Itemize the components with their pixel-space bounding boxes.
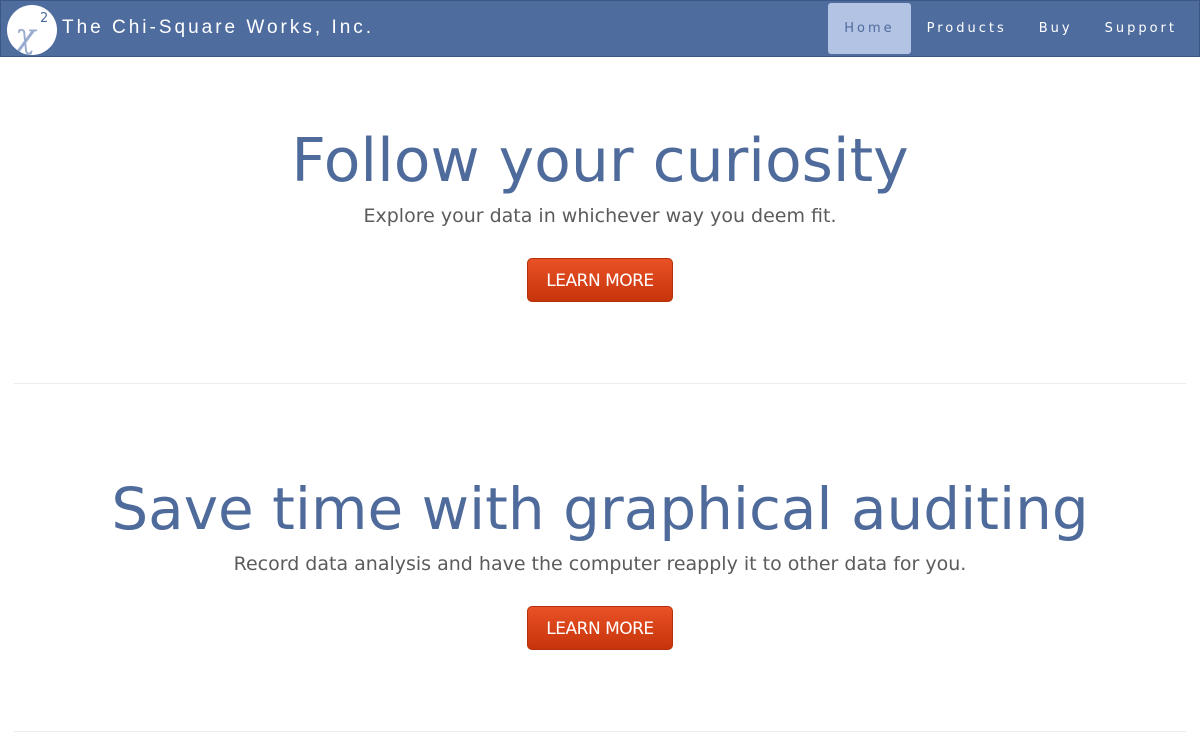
chi-square-logo-icon[interactable]: χ 2 (7, 5, 57, 55)
logo-superscript: 2 (40, 11, 48, 26)
learn-more-button[interactable]: LEARN MORE (527, 606, 673, 650)
nav-item-home[interactable]: Home (828, 3, 911, 54)
section-divider (14, 731, 1186, 732)
hero-title: Save time with graphical auditing (111, 475, 1089, 543)
hero-section-auditing: Save time with graphical auditing Record… (0, 470, 1200, 650)
nav-item-support[interactable]: Support (1089, 3, 1193, 54)
section-divider (14, 383, 1186, 384)
logo-chi-glyph: χ (13, 16, 38, 55)
learn-more-button[interactable]: LEARN MORE (527, 258, 673, 302)
nav-item-buy[interactable]: Buy (1023, 3, 1089, 54)
main-nav: Home Products Buy Support (828, 3, 1193, 54)
hero-title: Follow your curiosity (291, 126, 909, 196)
navbar: χ 2 The Chi-Square Works, Inc. Home Prod… (0, 0, 1200, 57)
hero-subtitle: Explore your data in whichever way you d… (363, 205, 837, 227)
hero-section-curiosity: Follow your curiosity Explore your data … (0, 122, 1200, 302)
hero-subtitle: Record data analysis and have the comput… (233, 553, 967, 575)
brand-name[interactable]: The Chi-Square Works, Inc. (62, 17, 374, 39)
nav-item-products[interactable]: Products (911, 3, 1023, 54)
